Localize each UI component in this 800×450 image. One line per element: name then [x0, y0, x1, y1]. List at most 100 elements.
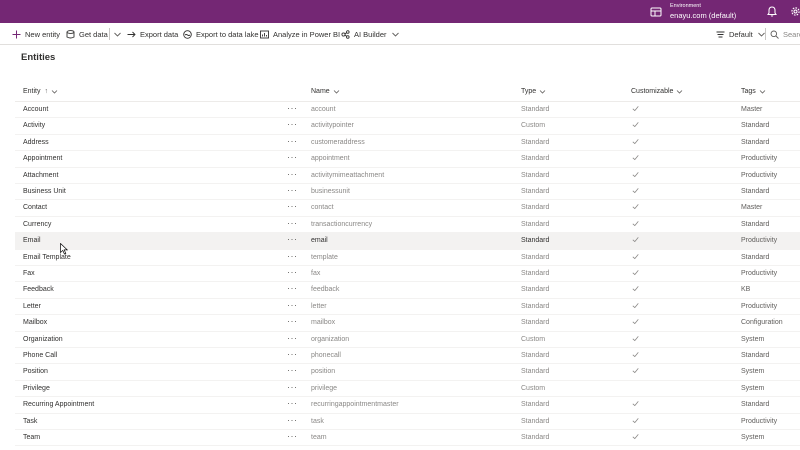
table-row[interactable]: Position ··· position Standard System	[15, 364, 800, 381]
analyze-in-power-bi-button[interactable]: Analyze in Power BI	[260, 23, 340, 45]
table-row[interactable]: Email Template ··· template Standard Standar…	[15, 250, 800, 266]
column-header-type[interactable]: Type	[521, 84, 546, 98]
export-to-data-lake-button[interactable]: Export to data lake	[183, 23, 259, 45]
table-row[interactable]: Contact ··· contact Standard Master	[15, 200, 800, 217]
entity-display-name[interactable]: Attachment	[23, 168, 58, 184]
more-actions-button[interactable]: ···	[287, 184, 298, 200]
entity-tags: Standard	[741, 401, 770, 409]
more-actions-button[interactable]: ···	[287, 430, 298, 446]
more-actions-button[interactable]: ···	[287, 233, 298, 249]
more-actions-button[interactable]: ···	[287, 299, 298, 315]
new-entity-button[interactable]: New entity	[12, 23, 60, 45]
get-data-dropdown[interactable]	[113, 23, 122, 45]
table-row[interactable]: Organization ··· organization Custom System	[15, 332, 800, 348]
more-actions-button[interactable]: ···	[287, 315, 298, 331]
more-actions-button[interactable]: ···	[287, 266, 298, 282]
more-actions-button[interactable]: ···	[287, 151, 298, 167]
table-row[interactable]: Activity ··· activitypointer Custom Standard	[15, 118, 800, 135]
table-row[interactable]: Mailbox ··· mailbox Standard Configuration	[15, 315, 800, 332]
chevron-down-icon	[333, 89, 339, 94]
export-data-button[interactable]: Export data	[127, 23, 178, 45]
entity-type: Standard	[521, 253, 550, 261]
entity-tags: Standard	[741, 253, 770, 261]
table-row[interactable]: Account ··· account Standard Master	[15, 102, 800, 119]
entity-logical-name: team	[311, 434, 327, 441]
more-actions-button[interactable]: ···	[287, 348, 298, 364]
ai-builder-label: AI Builder	[354, 29, 387, 39]
entity-display-name[interactable]: Activity	[23, 118, 45, 134]
table-row[interactable]: Business Unit ··· businessunit Standard Stan…	[15, 184, 800, 201]
table-row[interactable]: Address ··· customeraddress Standard Standar…	[15, 135, 800, 152]
column-header-name[interactable]: Name	[311, 84, 340, 98]
get-data-button[interactable]: Get data	[66, 23, 108, 45]
entity-display-name[interactable]: Organization	[23, 332, 63, 348]
table-row[interactable]: Feedback ··· feedback Standard KB	[15, 282, 800, 299]
more-actions-button[interactable]: ···	[287, 200, 298, 216]
checkmark-icon	[632, 122, 639, 128]
table-row[interactable]: Phone Call ··· phonecall Standard Standard	[15, 348, 800, 365]
table-row[interactable]: Fax ··· fax Standard Productivity	[15, 266, 800, 283]
entity-logical-name: letter	[311, 302, 327, 310]
column-header-customizable[interactable]: Customizable	[631, 84, 683, 98]
entity-display-name[interactable]: Privilege	[23, 381, 50, 397]
entity-display-name[interactable]: Currency	[23, 217, 51, 233]
entity-type: Standard	[521, 155, 550, 163]
entity-display-name[interactable]: Recurring Appointment	[23, 397, 94, 413]
notifications-bell-icon[interactable]	[767, 6, 777, 17]
entity-type: Standard	[521, 434, 550, 441]
more-actions-button[interactable]: ···	[287, 168, 298, 184]
more-actions-button[interactable]: ···	[287, 381, 298, 397]
entity-display-name[interactable]: Contact	[23, 200, 47, 216]
checkmark-icon	[632, 401, 639, 407]
more-actions-button[interactable]: ···	[287, 332, 298, 348]
table-row[interactable]: Attachment ··· activitymimeattachment Stand…	[15, 168, 800, 184]
more-actions-button[interactable]: ···	[287, 102, 298, 118]
table-row[interactable]: Team ··· team Standard System	[15, 430, 800, 447]
table-row[interactable]: Privilege ··· privilege Custom System	[15, 381, 800, 398]
entity-display-name[interactable]: Fax	[23, 266, 35, 282]
table-row[interactable]: Email ··· email Standard Productivity	[15, 233, 800, 250]
more-actions-button[interactable]: ···	[287, 364, 298, 380]
column-header-tags[interactable]: Tags	[741, 84, 766, 98]
entity-display-name[interactable]: Phone Call	[23, 348, 57, 364]
more-actions-button[interactable]: ···	[287, 250, 298, 266]
entity-display-name[interactable]: Task	[23, 414, 37, 430]
entity-display-name[interactable]: Mailbox	[23, 315, 47, 331]
export-to-data-lake-label: Export to data lake	[196, 29, 259, 39]
more-actions-button[interactable]: ···	[287, 217, 298, 233]
table-row[interactable]: Letter ··· letter Standard Productivity	[15, 299, 800, 316]
ai-builder-button[interactable]: AI Builder	[341, 23, 404, 45]
entity-display-name[interactable]: Account	[23, 102, 48, 118]
entity-display-name[interactable]: Team	[23, 430, 40, 446]
entity-type: Standard	[521, 220, 550, 228]
entity-type: Standard	[521, 188, 550, 195]
view-selector[interactable]: Default	[716, 23, 770, 45]
more-actions-button[interactable]: ···	[287, 118, 298, 134]
table-row[interactable]: Appointment ··· appointment Standard Product…	[15, 151, 800, 168]
entity-logical-name: activitymimeattachment	[311, 171, 385, 179]
table-row[interactable]: Currency ··· transactioncurrency Standard St…	[15, 217, 800, 234]
table-row[interactable]: Recurring Appointment ··· recurringappoint…	[15, 397, 800, 414]
power-bi-icon	[260, 30, 269, 38]
more-actions-button[interactable]: ···	[287, 397, 298, 413]
entity-display-name[interactable]: Position	[23, 364, 48, 380]
entity-display-name[interactable]: Address	[23, 135, 49, 151]
more-actions-button[interactable]: ···	[287, 135, 298, 151]
column-header-entity-label: Entity	[23, 87, 41, 95]
table-row[interactable]: Task ··· task Standard Productivity	[15, 414, 800, 430]
command-separator	[765, 28, 766, 40]
entity-display-name[interactable]: Email	[23, 233, 41, 249]
more-actions-button[interactable]: ···	[287, 414, 298, 430]
environment-picker[interactable]: Environment enayu.com (default)	[650, 0, 736, 23]
entity-display-name[interactable]: Appointment	[23, 151, 62, 167]
entity-logical-name: appointment	[311, 155, 350, 163]
settings-gear-icon[interactable]	[790, 6, 800, 17]
entity-display-name[interactable]: Letter	[23, 299, 41, 315]
column-header-entity[interactable]: Entity ↑	[23, 84, 58, 98]
search-box[interactable]: Search	[770, 23, 800, 45]
entity-type: Custom	[521, 122, 546, 130]
entity-tags: Productivity	[741, 171, 778, 179]
entity-display-name[interactable]: Business Unit	[23, 184, 66, 200]
more-actions-button[interactable]: ···	[287, 282, 298, 298]
entity-display-name[interactable]: Feedback	[23, 282, 54, 298]
